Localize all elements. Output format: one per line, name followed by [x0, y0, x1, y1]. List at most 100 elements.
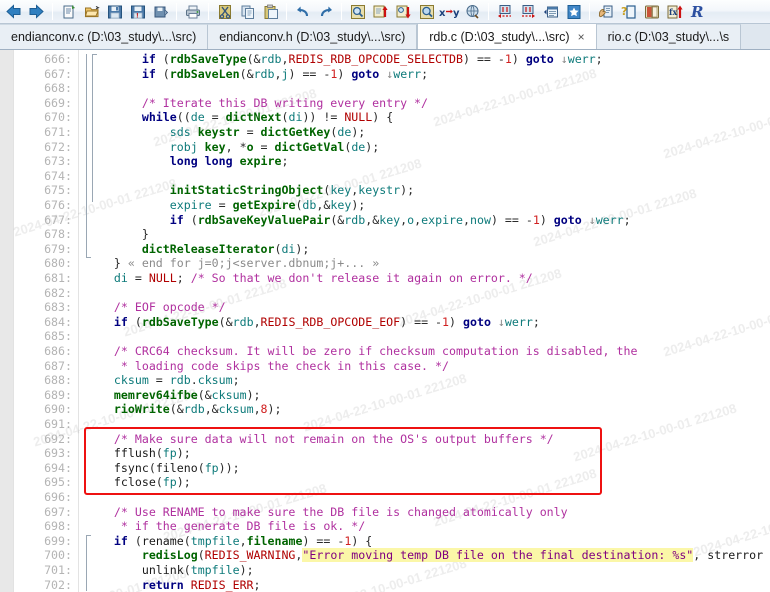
line-number: 696: — [44, 490, 72, 504]
code-line: 688: cksum = rdb.cksum; — [0, 373, 770, 388]
find-next-icon[interactable] — [392, 1, 415, 23]
line-number: 685: — [44, 329, 72, 344]
line-content: /* EOF opcode */ — [86, 300, 226, 315]
new-file-icon[interactable] — [57, 1, 80, 23]
open-folder-icon[interactable] — [80, 1, 103, 23]
code-line: 667: if (rdbSaveLen(&rdb,j) == -1) goto … — [0, 67, 770, 82]
line-number: 698: — [44, 519, 72, 534]
line-number: 682: — [44, 285, 72, 300]
code-line: 668: — [0, 81, 770, 96]
tab-label: endianconv.c (D:\03_study\...\src) — [11, 30, 197, 44]
code-line: 681: di = NULL; /* So that we don't rele… — [0, 271, 770, 286]
line-content: sds keystr = dictGetKey(de); — [169, 125, 366, 139]
code-line: 679: dictReleaseIterator(di); — [0, 242, 770, 257]
cut-scissors-icon[interactable] — [213, 1, 236, 23]
line-content: rioWrite(&rdb,&cksum,8); — [113, 402, 282, 417]
tab-endianconv-h[interactable]: endianconv.h (D:\03_study\...\src) — [208, 24, 418, 49]
toolbar-group-file: ! — [57, 0, 172, 24]
code-line: 670: while((de = dictNext(di)) != NULL) … — [0, 110, 770, 125]
toolbar-group-history — [291, 0, 337, 24]
forward-arrow-icon[interactable] — [25, 1, 48, 23]
show-panel-icon[interactable] — [539, 1, 562, 23]
web-search-icon[interactable] — [461, 1, 484, 23]
indent-icon[interactable] — [516, 1, 539, 23]
redo-icon[interactable] — [314, 1, 337, 23]
toolbar-separator — [208, 3, 209, 20]
line-number: 681: — [44, 271, 72, 285]
bookmark-icon[interactable] — [562, 1, 585, 23]
line-number: 678: — [44, 227, 72, 242]
code-line: 690: rioWrite(&rdb,&cksum,8); — [0, 402, 770, 417]
code-line: 669: /* Iterate this DB writing every en… — [0, 96, 770, 111]
code-line: 666: if (rdbSaveType(&rdb,REDIS_RDB_OPCO… — [0, 52, 770, 67]
line-number: 700: — [44, 548, 72, 563]
regex-icon[interactable]: R — [686, 1, 709, 23]
browse-symbol-icon[interactable] — [594, 1, 617, 23]
code-line: 693: fflush(fp); — [0, 446, 770, 461]
line-number: 683: — [44, 300, 72, 315]
code-line: 684: if (rdbSaveType(&rdb,REDIS_RDB_OPCO… — [0, 315, 770, 330]
paste-icon[interactable] — [259, 1, 282, 23]
symbol-window-icon[interactable]: fx — [663, 1, 686, 23]
line-number: 672: — [44, 139, 72, 154]
line-number: 676: — [44, 198, 72, 212]
line-content: if (rdbSaveLen(&rdb,j) == -1) goto ↓werr… — [141, 66, 429, 81]
line-number: 679: — [44, 241, 72, 256]
replace-xy-icon[interactable]: xy — [438, 1, 461, 23]
find-icon[interactable] — [346, 1, 369, 23]
code-line: 686: /* CRC64 checksum. It will be zero … — [0, 344, 770, 359]
line-number: 667: — [44, 66, 72, 81]
line-content: fsync(fileno(fp)); — [113, 460, 240, 475]
code-line: 674: — [0, 169, 770, 184]
svg-text:R: R — [690, 4, 703, 20]
back-arrow-icon[interactable] — [2, 1, 25, 23]
code-line: 678: } — [0, 227, 770, 242]
line-content: } — [86, 227, 149, 242]
code-line: 683: /* EOF opcode */ — [0, 300, 770, 315]
line-number: 688: — [44, 373, 72, 388]
close-icon[interactable]: × — [578, 31, 585, 43]
copy-icon[interactable] — [236, 1, 259, 23]
editor-tab-bar: endianconv.c (D:\03_study\...\src) endia… — [0, 24, 770, 50]
toolbar-separator — [589, 3, 590, 20]
line-content: /* Make sure data will not remain on the… — [86, 431, 554, 446]
code-line: 692: /* Make sure data will not remain o… — [0, 432, 770, 447]
line-content: memrev64ifbe(&cksum); — [113, 387, 261, 402]
outdent-icon[interactable] — [493, 1, 516, 23]
context-help-icon[interactable]: ? — [617, 1, 640, 23]
line-number: 699: — [44, 533, 72, 548]
print-icon[interactable] — [181, 1, 204, 23]
line-number: 693: — [44, 446, 72, 461]
code-line: 676: expire = getExpire(db,&key); — [0, 198, 770, 213]
code-line: 689: memrev64ifbe(&cksum); — [0, 388, 770, 403]
reference-book-icon[interactable] — [640, 1, 663, 23]
line-content: expire = getExpire(db,&key); — [169, 198, 366, 212]
tab-rdb-c[interactable]: rdb.c (D:\03_study\...\src) × — [417, 24, 597, 49]
code-editor[interactable]: 2024-04-22-10-00-01 221208 2024-04-22-10-… — [0, 50, 770, 592]
tab-endianconv-c[interactable]: endianconv.c (D:\03_study\...\src) — [0, 24, 209, 49]
line-number: 687: — [44, 358, 72, 373]
find-in-files-icon[interactable] — [415, 1, 438, 23]
code-line: 696: — [0, 490, 770, 505]
line-number: 668: — [44, 81, 72, 96]
line-number: 669: — [44, 95, 72, 110]
tab-rio-c[interactable]: rio.c (D:\03_study\...\s — [596, 24, 742, 49]
undo-icon[interactable] — [291, 1, 314, 23]
line-content: } « end for j=0;j<server.dbnum;j+... » — [86, 256, 380, 271]
line-number: 674: — [44, 168, 72, 183]
code-line: 680: } « end for j=0;j<server.dbnum;j+..… — [0, 256, 770, 271]
find-previous-icon[interactable] — [369, 1, 392, 23]
line-number: 666: — [44, 52, 72, 66]
svg-text:fx: fx — [669, 7, 677, 17]
line-number: 670: — [44, 110, 72, 125]
save-icon[interactable] — [103, 1, 126, 23]
line-number: 684: — [44, 314, 72, 329]
line-number: 691: — [44, 417, 72, 431]
line-number: 694: — [44, 460, 72, 475]
save-all-icon[interactable]: ! — [126, 1, 149, 23]
code-line: 698: * if the generate DB file is ok. */ — [0, 519, 770, 534]
line-content: dictReleaseIterator(di); — [141, 241, 310, 256]
toolbar: ! x y ? fx R — [0, 0, 770, 24]
close-file-icon[interactable] — [149, 1, 172, 23]
line-content: while((de = dictNext(di)) != NULL) { — [141, 110, 394, 125]
